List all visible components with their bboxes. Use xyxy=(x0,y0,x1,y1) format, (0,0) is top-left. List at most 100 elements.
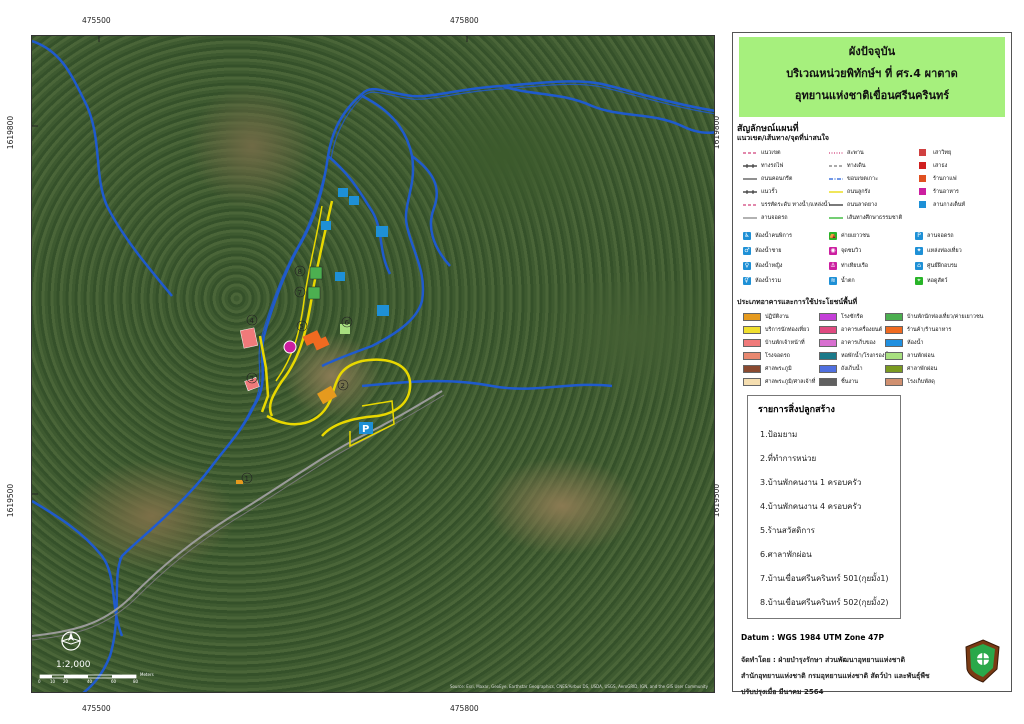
legend-line-label: แนวเขต xyxy=(761,150,781,156)
scale-tick-60: 60 xyxy=(111,679,117,684)
legend-line-item: เสาวิทยุ xyxy=(915,149,951,157)
title-line-3: อุทยานแห่งชาติเขื่อนศรีนครินทร์ xyxy=(794,89,950,102)
legend-building-label: ลานพักผ่อน xyxy=(907,353,935,359)
legend-building-swatch xyxy=(885,339,903,347)
construction-item: 7.บ้านเขื่อนศรีนครินทร์ 501(กุยมั้ง1) xyxy=(760,574,889,583)
svg-text:8: 8 xyxy=(298,268,302,276)
scale-bar: 0 10 20 40 60 80 Meters xyxy=(38,672,158,686)
legend-point-label: หอดูสัตว์ xyxy=(927,278,948,284)
scale-tick-40: 40 xyxy=(87,679,93,684)
legend-panel: ผังปัจจุบัน บริเวณหน่วยพิทักษ์ฯ ที่ ศร.4… xyxy=(732,32,1012,696)
legend-line-label: สะพาน xyxy=(847,150,864,156)
legend-building-swatch xyxy=(819,313,837,321)
scale-tick-20: 20 xyxy=(63,679,69,684)
building-number-label: 7 xyxy=(294,286,306,298)
legend-point-item: ⚓ ท่าเทียบเรือ xyxy=(829,262,868,270)
legend-building-swatch xyxy=(885,326,903,334)
legend-point-icon: ⚓ xyxy=(829,262,837,270)
legend-point-icon: ⌖ xyxy=(915,277,923,285)
legend-building-swatch xyxy=(743,365,761,373)
legend-line-item: ร้านอาหาร xyxy=(915,188,959,196)
legend-point-icon: P xyxy=(915,232,923,240)
legend-line-item: สะพาน xyxy=(829,149,864,157)
legend-line-symbol xyxy=(743,175,757,183)
legend-building-item: บ้านพักเจ้าหน้าที่ xyxy=(743,339,805,347)
legend-line-label: ขอบเขตเกาะ xyxy=(847,176,879,182)
legend-building-label: ปฏิบัติงาน xyxy=(765,314,789,320)
coord-top-2: 475800 xyxy=(450,16,479,25)
legend-line-label: เสาวิทยุ xyxy=(933,150,952,156)
coord-top-1: 475500 xyxy=(82,16,111,25)
legend-building-item: ศาลาพักผ่อน xyxy=(885,365,937,373)
legend-point-label: ห้องน้ำคนพิการ xyxy=(755,233,792,239)
legend-line-label: แนวรั้ว xyxy=(761,189,778,195)
legend-line-item: ขอบเขตเกาะ xyxy=(829,175,878,183)
legend-point-item: ⌂ ศูนย์ฝึกอบรม xyxy=(915,262,957,270)
legend-building-item: อาคารเก็บของ xyxy=(819,339,876,347)
legend-building-swatch xyxy=(885,352,903,360)
svg-text:2: 2 xyxy=(341,382,345,390)
svg-text:5: 5 xyxy=(300,323,304,331)
legend-line-symbol xyxy=(829,201,843,209)
legend-building-item: ศาลพระภูมิ/ศาลเจ้าที่ xyxy=(743,378,815,386)
svg-text:7: 7 xyxy=(298,289,302,297)
legend-building-item: บริการนักท่องเที่ยว xyxy=(743,326,809,334)
svg-text:6: 6 xyxy=(345,319,350,327)
credit-line-1: จัดทำโดย : ฝ่ายบำรุงรักษา ส่วนพัฒนาอุทยา… xyxy=(741,656,905,664)
svg-text:1: 1 xyxy=(245,475,249,483)
legend-building-item: ห้องน้ำ xyxy=(885,339,923,347)
legend-point-label: จุดชมวิว xyxy=(841,248,862,254)
legend-building-item: ถังเก็บน้ำ xyxy=(819,365,863,373)
legend-building-item: บ้านพักนักท่องเที่ยว/ค่ายเยาวชน xyxy=(885,313,983,321)
construction-item: 1.ป้อมยาม xyxy=(760,430,798,439)
legend-point-icon: ♂ xyxy=(743,247,751,255)
legend-building-item: โรงจอดรถ xyxy=(743,352,790,360)
coord-bottom-1: 475500 xyxy=(82,704,111,713)
scale-tick-10: 10 xyxy=(50,679,56,684)
svg-text:3: 3 xyxy=(250,375,254,383)
satellite-map[interactable]: P 12345678 1:2,000 0 10 20 40 60 80 Mete… xyxy=(31,35,715,693)
credit-line-2: สำนักอุทยานแห่งชาติ กรมอุทยานแห่งชาติ สั… xyxy=(741,672,930,680)
legend-line-item: ลานจอดรถ xyxy=(743,214,788,222)
legend-point-icon: ♿ xyxy=(743,232,751,240)
datum-text: Datum : WGS 1984 UTM Zone 47P xyxy=(741,633,885,642)
legend-point-label: แหล่งท่องเที่ยว xyxy=(927,248,962,254)
legend-line-label: เส้นทางศึกษาธรรมชาติ xyxy=(847,215,903,221)
legend-building-swatch xyxy=(743,378,761,386)
legend-line-symbol xyxy=(829,149,843,157)
legend-line-symbol xyxy=(915,201,929,209)
legend-point-icon: ⚥ xyxy=(743,277,751,285)
legend-line-label: เสาธง xyxy=(933,163,948,169)
coord-left-1: 1619800 xyxy=(6,115,16,150)
north-arrow-icon xyxy=(60,630,82,652)
legend-line-item: เส้นทางศึกษาธรรมชาติ xyxy=(829,214,902,222)
legend-building-swatch xyxy=(819,326,837,334)
building-number-label: 1 xyxy=(241,472,253,484)
legend-line-label: ลานกางเต็นท์ xyxy=(933,202,966,208)
legend-building-label: หอพักน้ำ/โรงกรองน้ำ xyxy=(841,353,892,359)
svg-text:4: 4 xyxy=(250,317,255,325)
construction-item: 8.บ้านเขื่อนศรีนครินทร์ 502(กุยมั้ง2) xyxy=(760,598,889,607)
legend-point-icon: ♀ xyxy=(743,262,751,270)
legend-building-item: หอพักน้ำ/โรงกรองน้ำ xyxy=(819,352,891,360)
construction-item: 4.บ้านพักคนงาน 4 ครอบครัว xyxy=(760,502,862,511)
legend-line-symbol xyxy=(915,162,929,170)
legend-line-label: บรรทัดระดับ ทางน้ำ/แหล่งน้ำ xyxy=(761,202,831,208)
legend-point-item: ◉ จุดชมวิว xyxy=(829,247,861,255)
legend-point-item: ⌖ หอดูสัตว์ xyxy=(915,277,948,285)
construction-item: 5.ร้านสวัสดิการ xyxy=(760,526,815,535)
legend-line-item: เสาธง xyxy=(915,162,947,170)
title-box: ผังปัจจุบัน บริเวณหน่วยพิทักษ์ฯ ที่ ศร.4… xyxy=(739,37,1005,117)
building-number-label: 2 xyxy=(337,379,349,391)
legend-building-swatch xyxy=(743,313,761,321)
legend-line-symbol xyxy=(915,149,929,157)
legend-building-swatch xyxy=(819,352,837,360)
legend-line-symbol xyxy=(743,162,757,170)
construction-heading: รายการสิ่งปลูกสร้าง xyxy=(758,405,835,415)
scale-ratio: 1:2,000 xyxy=(56,660,91,670)
legend-building-label: โรงเก็บพัสดุ xyxy=(907,379,935,385)
scale-tick-0: 0 xyxy=(38,679,41,684)
construction-item: 2.ที่ทำการหน่วย xyxy=(760,454,817,463)
legend-line-label: ร้านอาหาร xyxy=(933,189,959,195)
legend-building-swatch xyxy=(743,352,761,360)
